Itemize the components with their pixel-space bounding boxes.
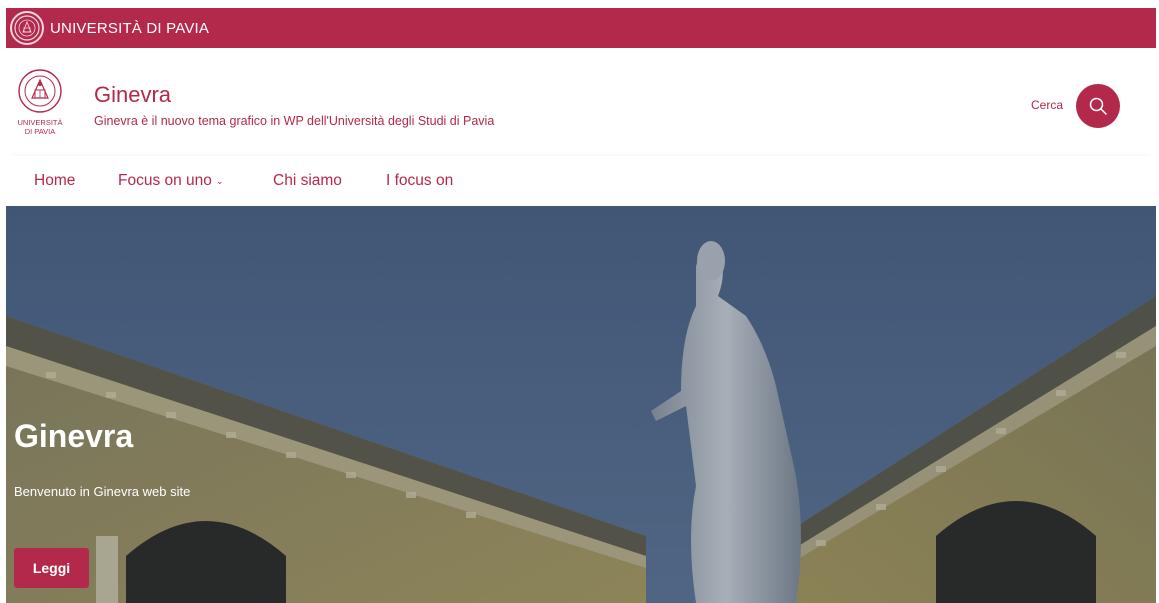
hero-overlay xyxy=(6,206,1156,603)
nav-item-label: Chi siamo xyxy=(273,172,342,189)
nav-item-label: Home xyxy=(34,172,76,189)
chevron-down-icon: ⌄ xyxy=(215,175,224,186)
logo-caption: UNIVERSITÀ DI PAVIA xyxy=(17,118,62,136)
nav-item-i-focus-on[interactable]: I focus on xyxy=(386,172,453,190)
top-bar: UNIVERSITÀ DI PAVIA xyxy=(6,8,1156,48)
nav-item-focus-on-uno[interactable]: Focus on uno ⌄ xyxy=(118,172,223,190)
search-icon xyxy=(1089,97,1107,115)
nav-item-chi-siamo[interactable]: Chi siamo xyxy=(273,172,342,190)
search-label: Cerca xyxy=(1031,98,1064,112)
logo-line-1: UNIVERSITÀ xyxy=(17,118,63,127)
hero-subtitle: Benvenuto in Ginevra web site xyxy=(14,484,191,499)
hero-title: Ginevra xyxy=(14,418,134,454)
search-button[interactable] xyxy=(1076,84,1120,128)
site-description: Ginevra è il nuovo tema grafico in WP de… xyxy=(94,114,495,128)
nav-item-label: I focus on xyxy=(386,172,454,189)
university-seal-logo-icon xyxy=(18,69,62,113)
site-title[interactable]: Ginevra xyxy=(94,82,171,108)
university-name-link[interactable]: UNIVERSITÀ DI PAVIA xyxy=(50,20,209,37)
nav-item-label: Focus on uno xyxy=(118,172,212,189)
hero-banner: Ginevra Benvenuto in Ginevra web site Le… xyxy=(6,206,1156,603)
nav-item-home[interactable]: Home xyxy=(34,172,75,190)
site-header: UNIVERSITÀ DI PAVIA Ginevra Ginevra è il… xyxy=(6,48,1156,152)
logo-line-2: DI PAVIA xyxy=(24,127,56,136)
university-logo[interactable]: UNIVERSITÀ DI PAVIA xyxy=(14,68,66,148)
main-navigation: Home Focus on uno ⌄ Chi siamo I focus on xyxy=(6,156,1156,206)
read-more-button[interactable]: Leggi xyxy=(14,548,89,588)
university-seal-icon[interactable] xyxy=(10,11,44,45)
